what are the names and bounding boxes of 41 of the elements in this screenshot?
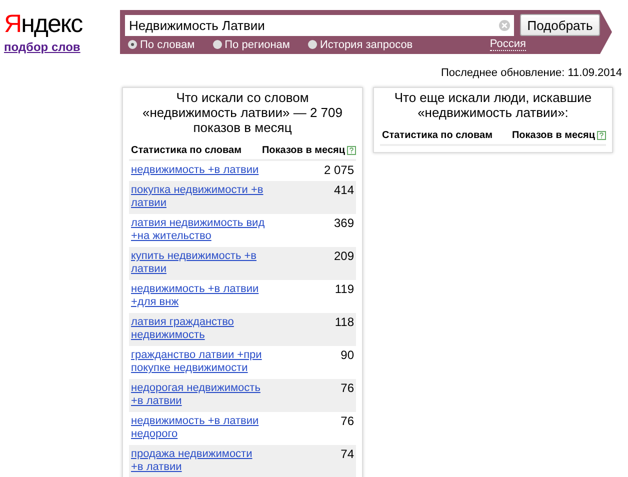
phrase-link[interactable]: недвижимость +в латвии bbox=[131, 164, 266, 177]
count-cell: 118 bbox=[334, 316, 354, 329]
search-field[interactable]: Недвижимость Латвии bbox=[125, 14, 514, 36]
count-cell: 119 bbox=[334, 283, 354, 296]
help-icon[interactable] bbox=[347, 146, 356, 155]
column-header: Статистика по словам bbox=[382, 130, 492, 141]
column-header: Статистика по словам bbox=[131, 145, 242, 156]
phrase-link[interactable]: недвижимость +в латвии недорого bbox=[131, 415, 266, 441]
phrase-link[interactable]: купить недвижимость +в латвии bbox=[131, 250, 266, 276]
count-cell: 209 bbox=[334, 250, 354, 263]
phrase-link[interactable]: латвия гражданство недвижимость bbox=[131, 316, 266, 342]
count-cell: 74 bbox=[340, 448, 354, 461]
panel-title: Что искали со словом «недвижимость латвии» — 2 709 показов в месяц bbox=[142, 90, 344, 137]
count-cell: 76 bbox=[340, 415, 354, 428]
radio-option[interactable]: По словам bbox=[128, 38, 195, 50]
count-cell: 414 bbox=[334, 184, 354, 197]
count-cell: 90 bbox=[340, 349, 354, 362]
phrase-link[interactable]: недорогая недвижимость +в латвии bbox=[131, 382, 266, 408]
phrase-link[interactable]: продажа недвижимости +в латвии bbox=[131, 448, 266, 474]
service-link[interactable]: подбор слов bbox=[4, 40, 120, 54]
phrase-link[interactable]: латвия недвижимость вид +на жительство bbox=[131, 217, 266, 243]
radio-label[interactable]: По регионам bbox=[224, 38, 290, 50]
phrase-link[interactable]: покупка недвижимости +в латвии bbox=[131, 184, 266, 210]
region-link[interactable]: Россия bbox=[490, 38, 526, 51]
phrase-link[interactable]: гражданство латвии +при покупке недвижимости bbox=[131, 349, 266, 375]
count-cell: 369 bbox=[334, 217, 354, 230]
column-header: Показов в месяц bbox=[512, 130, 595, 141]
submit-button[interactable]: Подобрать bbox=[520, 14, 600, 36]
phrase-link[interactable]: недвижимость +в латвии +для внж bbox=[131, 283, 266, 309]
column-header: Показов в месяц bbox=[262, 145, 345, 156]
radio-icon[interactable] bbox=[308, 40, 317, 49]
logo[interactable]: Яндекс bbox=[4, 10, 120, 38]
radio-label[interactable]: По словам bbox=[140, 38, 195, 50]
radio-option[interactable]: По регионам bbox=[212, 38, 290, 50]
help-icon[interactable] bbox=[597, 131, 606, 140]
count-cell: 2 075 bbox=[324, 164, 354, 177]
radio-icon[interactable] bbox=[212, 40, 222, 49]
radio-icon[interactable] bbox=[128, 40, 137, 49]
count-cell: 76 bbox=[340, 382, 354, 395]
panel-title: Что еще искали люди, искавшие «недвижимость латвии»: bbox=[393, 90, 593, 122]
update-date: Последнее обновление: 11.09.2014 bbox=[440, 66, 623, 79]
